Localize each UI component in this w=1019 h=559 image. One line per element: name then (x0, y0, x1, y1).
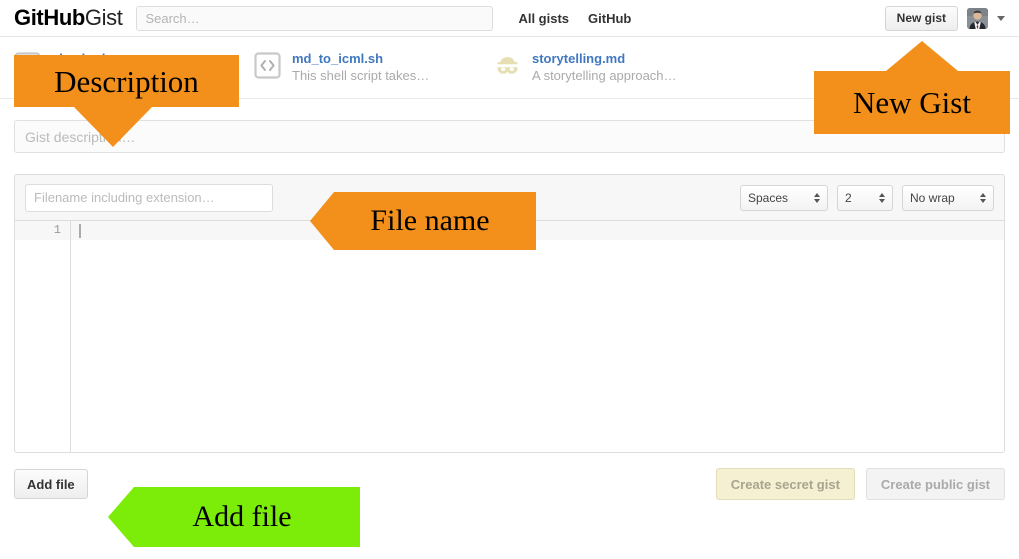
annotation-pointer-down (74, 107, 152, 147)
chevron-down-icon[interactable] (997, 15, 1005, 21)
header-nav: All gists GitHub (518, 11, 631, 26)
new-gist-button[interactable]: New gist (884, 5, 958, 31)
annotation-add-file: Add file (108, 487, 360, 547)
search-input[interactable] (136, 5, 494, 31)
select-chevrons-icon (814, 192, 820, 203)
indent-mode-select[interactable]: Spaces (740, 184, 828, 211)
gist-item-description: This shell script takes… (292, 67, 430, 83)
add-file-button[interactable]: Add file (14, 469, 88, 499)
filename-input[interactable] (25, 183, 273, 212)
select-chevrons-icon (980, 192, 986, 203)
site-header: GitHubGist All gists GitHub New gist (0, 0, 1019, 37)
nav-github[interactable]: GitHub (588, 11, 631, 26)
gist-item-name[interactable]: storytelling.md (532, 51, 677, 67)
indent-size-value: 2 (845, 190, 852, 205)
annotation-label: File name (370, 204, 490, 237)
create-public-gist-button[interactable]: Create public gist (865, 468, 1005, 500)
code-input-area[interactable] (71, 221, 1004, 452)
new-gist-form: Spaces 2 No wrap (0, 120, 1019, 500)
gist-item-texts: md_to_icml.sh This shell script takes… (292, 51, 429, 85)
annotation-description: Description (14, 55, 239, 147)
text-cursor-icon (79, 223, 81, 238)
create-buttons-group: Create secret gist Create public gist (715, 468, 1005, 500)
gist-item-texts: storytelling.md A storytelling approach… (532, 51, 677, 85)
secret-gist-spy-icon (494, 52, 521, 79)
logo-gist-text: Gist (84, 5, 123, 30)
annotation-label: New Gist (853, 85, 971, 120)
line-number: 1 (15, 221, 70, 240)
indent-mode-value: Spaces (748, 190, 789, 205)
wrap-mode-select[interactable]: No wrap (902, 184, 994, 211)
gist-list-item[interactable]: storytelling.md A storytelling approach… (494, 51, 734, 85)
avatar-photo (967, 7, 988, 29)
select-chevrons-icon (879, 192, 885, 203)
annotation-label: Add file (192, 500, 292, 533)
user-avatar[interactable] (967, 7, 988, 29)
header-right-group: New gist (884, 5, 1005, 31)
logo-github-text: GitHub (14, 5, 85, 30)
annotation-pointer-up (886, 41, 958, 71)
code-icon (254, 51, 281, 79)
wrap-mode-value: No wrap (910, 190, 955, 205)
annotation-file-name: File name (310, 192, 536, 250)
create-secret-gist-button[interactable]: Create secret gist (715, 468, 855, 500)
gist-item-description: A storytelling approach… (532, 67, 677, 83)
editor-options-group: Spaces 2 No wrap (740, 184, 994, 211)
gist-item-name[interactable]: md_to_icml.sh (292, 51, 429, 67)
annotation-label: Description (54, 63, 199, 99)
nav-all-gists[interactable]: All gists (518, 11, 569, 26)
indent-size-select[interactable]: 2 (837, 184, 893, 211)
code-editor[interactable]: 1 (15, 221, 1004, 452)
annotation-new-gist: New Gist (814, 41, 1010, 134)
active-code-line[interactable] (71, 221, 1004, 240)
site-logo[interactable]: GitHubGist (14, 5, 123, 31)
line-number-gutter: 1 (15, 221, 71, 452)
gist-list-item[interactable]: md_to_icml.sh This shell script takes… (254, 51, 494, 85)
